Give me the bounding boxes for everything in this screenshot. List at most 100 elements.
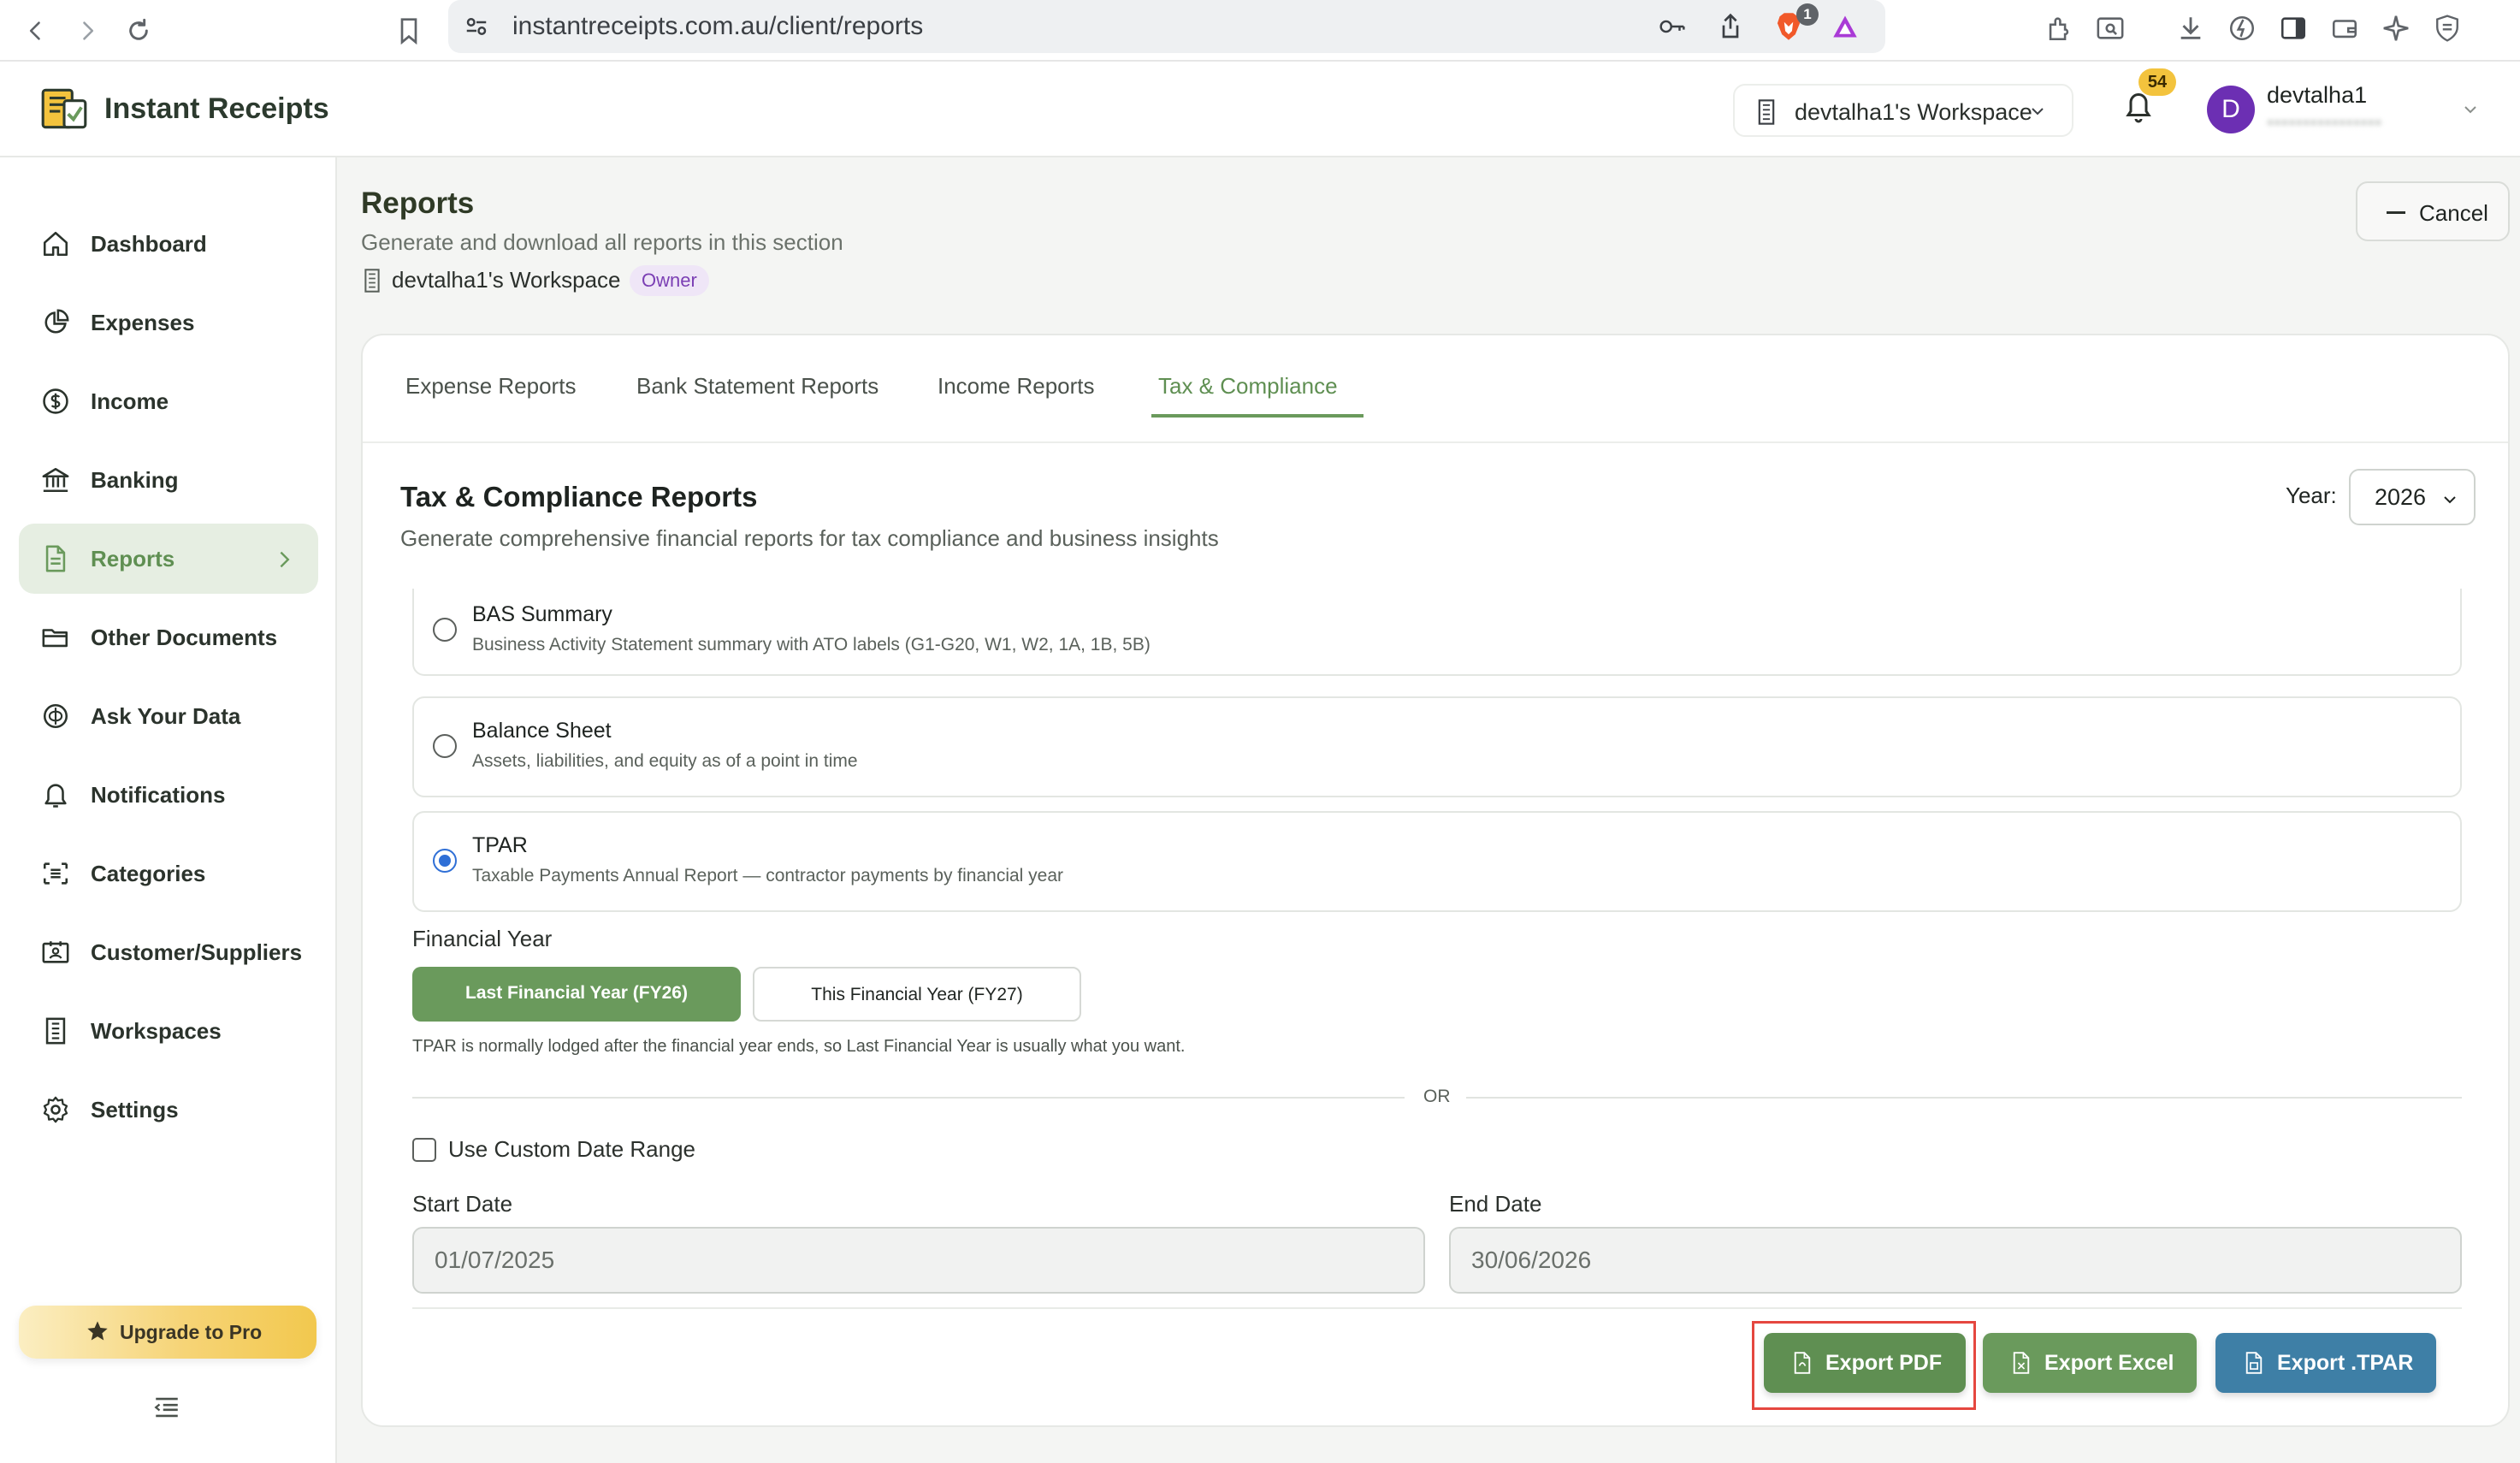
sidebar-item-label: Reports [91, 546, 175, 572]
section-title: Tax & Compliance Reports [400, 481, 758, 512]
cancel-label: Cancel [2419, 200, 2488, 226]
chevron-down-icon [2029, 103, 2046, 120]
forward-icon[interactable] [65, 9, 109, 53]
speed-icon[interactable] [2222, 9, 2262, 48]
key-icon[interactable] [1654, 9, 1690, 44]
leo-ai-icon[interactable] [2376, 9, 2416, 48]
report-option-description: Business Activity Statement summary with… [472, 635, 1151, 654]
sidebar-toggle-icon[interactable] [2274, 9, 2313, 48]
address-bar[interactable]: instantreceipts.com.au/client/reports [448, 0, 1885, 53]
url-text[interactable]: instantreceipts.com.au/client/reports [512, 12, 923, 41]
tab-expense-reports[interactable]: Expense Reports [405, 373, 576, 400]
sidebar-item-notifications[interactable]: Notifications [19, 760, 318, 830]
sidebar-item-categories[interactable]: Categories [19, 838, 318, 909]
sidebar-item-label: Income [91, 388, 169, 414]
gear-icon [41, 1095, 70, 1124]
sidebar-item-label: Expenses [91, 310, 195, 335]
sidebar-item-label: Ask Your Data [91, 703, 241, 729]
sidebar-item-expenses[interactable]: Expenses [19, 287, 318, 358]
sidebar-item-other-documents[interactable]: Other Documents [19, 602, 318, 672]
section-subtitle: Generate comprehensive financial reports… [400, 525, 1219, 551]
brave-rewards-icon[interactable] [1827, 9, 1863, 44]
sidebar-item-dashboard[interactable]: Dashboard [19, 209, 318, 279]
vpn-shield-icon[interactable] [2428, 9, 2467, 48]
tab-income-reports[interactable]: Income Reports [938, 373, 1095, 400]
start-date-label: Start Date [412, 1191, 513, 1217]
spreadsheet-icon [2012, 1352, 2031, 1374]
sidebar-item-customer-suppliers[interactable]: Customer/Suppliers [19, 917, 318, 987]
sidebar-item-income[interactable]: Income [19, 366, 318, 436]
year-label: Year: [2286, 483, 2337, 508]
radio-tpar[interactable] [433, 849, 457, 873]
year-select[interactable]: 2026 [2349, 469, 2476, 525]
export-tpar-button[interactable]: Export .TPAR [2215, 1333, 2436, 1393]
report-option-name: Balance Sheet [472, 719, 612, 743]
sidebar-item-workspaces[interactable]: Workspaces [19, 996, 318, 1066]
or-separator: OR [1423, 1087, 1451, 1106]
sidebar-item-reports[interactable]: Reports [19, 524, 318, 594]
wallet-icon[interactable] [2325, 9, 2364, 48]
radio-balance-sheet[interactable] [433, 734, 457, 758]
ai-spark-icon [41, 702, 70, 731]
folder-icon [41, 623, 70, 652]
user-name[interactable]: devtalha1 [2267, 82, 2367, 109]
report-option-description: Taxable Payments Annual Report — contrac… [472, 866, 1064, 886]
sidebar-item-banking[interactable]: Banking [19, 445, 318, 515]
financial-year-note: TPAR is normally lodged after the financ… [412, 1037, 1186, 1056]
export-excel-button[interactable]: Export Excel [1983, 1333, 2197, 1393]
custom-date-range-checkbox[interactable] [412, 1138, 436, 1162]
tab-tax-compliance[interactable]: Tax & Compliance [1158, 373, 1338, 400]
export-pdf-button[interactable]: Export PDF [1764, 1333, 1966, 1393]
tab-bank-statement-reports[interactable]: Bank Statement Reports [636, 373, 878, 400]
page-subtitle: Generate and download all reports in thi… [361, 229, 843, 255]
building-icon [1757, 99, 1776, 125]
year-value: 2026 [2375, 484, 2427, 510]
report-option-balance-sheet[interactable]: Balance Sheet Assets, liabilities, and e… [412, 696, 2462, 797]
user-avatar[interactable]: D [2207, 86, 2255, 133]
bookmark-icon[interactable] [387, 9, 431, 53]
export-pdf-label: Export PDF [1825, 1351, 1943, 1375]
report-option-name: TPAR [472, 833, 528, 857]
extension-badge: 1 [1796, 3, 1819, 26]
reload-icon[interactable] [116, 9, 161, 53]
report-option-tpar[interactable]: TPAR Taxable Payments Annual Report — co… [412, 811, 2462, 912]
end-date-input[interactable] [1449, 1227, 2462, 1294]
current-workspace: devtalha1's Workspace [392, 267, 621, 293]
workspace-selector-label: devtalha1's Workspace [1795, 99, 2032, 125]
pie-chart-icon [41, 308, 70, 337]
export-excel-label: Export Excel [2044, 1351, 2174, 1375]
screen-search-icon[interactable] [2091, 9, 2130, 48]
sidebar-item-label: Workspaces [91, 1018, 222, 1044]
back-icon[interactable] [14, 9, 58, 53]
bank-icon [41, 465, 70, 495]
role-badge: Owner [630, 265, 709, 296]
upgrade-to-pro-button[interactable]: Upgrade to Pro [19, 1306, 316, 1359]
app-name[interactable]: Instant Receipts [104, 92, 329, 126]
cancel-button[interactable]: Cancel [2356, 181, 2510, 241]
download-icon[interactable] [2171, 9, 2210, 48]
custom-date-range-label[interactable]: Use Custom Date Range [448, 1136, 695, 1163]
workspace-selector[interactable]: devtalha1's Workspace [1733, 84, 2073, 137]
notification-count-badge: 54 [2138, 68, 2176, 96]
file-code-icon [2245, 1352, 2263, 1374]
extensions-icon[interactable] [2039, 9, 2079, 48]
divider [412, 1307, 2462, 1309]
sidebar-item-ask-your-data[interactable]: Ask Your Data [19, 681, 318, 751]
this-financial-year-button[interactable]: This Financial Year (FY27) [753, 967, 1081, 1022]
divider [1466, 1097, 2462, 1099]
user-email-obscured: •••••••••••••••• [2267, 111, 2382, 134]
radio-bas-summary[interactable] [433, 618, 457, 642]
divider [412, 1097, 1405, 1099]
logo-receipt-icon[interactable] [38, 82, 91, 135]
start-date-input[interactable] [412, 1227, 1425, 1294]
sidebar-item-label: Settings [91, 1097, 179, 1122]
user-menu-chevron-icon[interactable] [2462, 101, 2479, 118]
report-option-bas-summary[interactable]: BAS Summary Business Activity Statement … [412, 589, 2462, 676]
sidebar-item-settings[interactable]: Settings [19, 1075, 318, 1145]
chevron-down-icon [2441, 491, 2458, 508]
last-financial-year-button[interactable]: Last Financial Year (FY26) [412, 967, 741, 1022]
share-icon[interactable] [1713, 9, 1748, 44]
collapse-sidebar-icon[interactable] [152, 1395, 181, 1420]
sidebar-item-label: Notifications [91, 782, 226, 808]
site-settings-icon[interactable] [458, 9, 494, 44]
